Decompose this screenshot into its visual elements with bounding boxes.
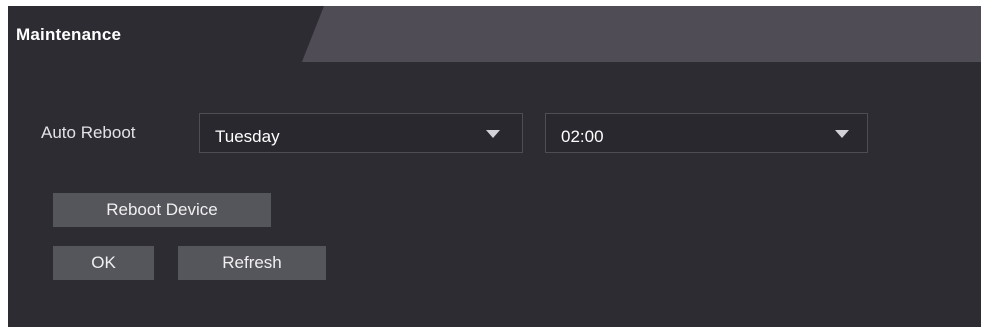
time-select-value: 02:00 bbox=[561, 127, 604, 146]
ok-button[interactable]: OK bbox=[53, 246, 154, 280]
chevron-down-icon[interactable] bbox=[486, 130, 500, 138]
day-select[interactable]: Tuesday bbox=[199, 113, 523, 153]
maintenance-panel: Maintenance Auto Reboot Tuesday 02:00 Re… bbox=[8, 6, 981, 327]
chevron-down-icon[interactable] bbox=[835, 130, 849, 138]
auto-reboot-label: Auto Reboot bbox=[41, 123, 136, 142]
page-title: Maintenance bbox=[16, 25, 122, 44]
time-select[interactable]: 02:00 bbox=[545, 113, 868, 153]
tab-maintenance[interactable]: Maintenance bbox=[8, 6, 324, 62]
day-select-value: Tuesday bbox=[215, 127, 280, 146]
reboot-device-button[interactable]: Reboot Device bbox=[53, 193, 271, 227]
refresh-button[interactable]: Refresh bbox=[178, 246, 326, 280]
